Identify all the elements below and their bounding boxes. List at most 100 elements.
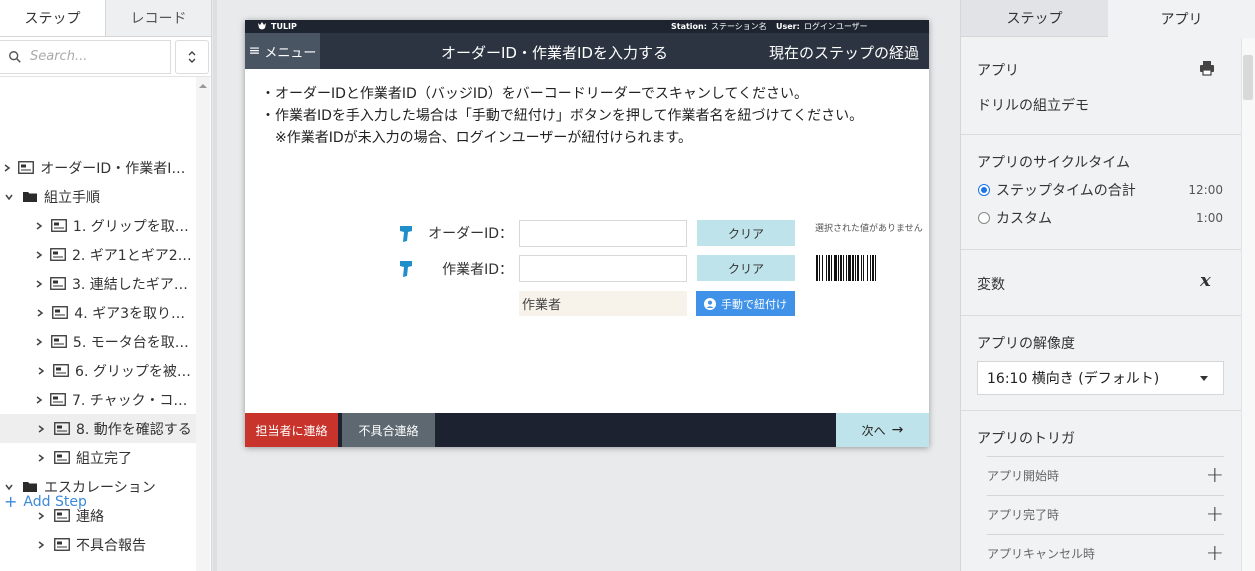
- tree-label: 5. モータ台を取り付ける: [72, 334, 196, 351]
- resolution-select[interactable]: 16:10 横向き (デフォルト): [977, 361, 1224, 395]
- hamburger-icon: ≡: [248, 43, 261, 59]
- tree-step[interactable]: 2. ギア1とギア2を連結する: [0, 240, 196, 269]
- tree-step[interactable]: 不具合報告: [0, 530, 196, 559]
- tab-records[interactable]: レコード: [106, 0, 211, 36]
- tulip-logo-icon: [258, 22, 266, 30]
- worker-id-input[interactable]: [519, 255, 687, 282]
- order-clear-button[interactable]: クリア: [697, 220, 795, 246]
- plus-icon[interactable]: +: [1206, 502, 1224, 527]
- trigger-label: アプリ完了時: [987, 508, 1060, 522]
- radio-custom[interactable]: カスタム: [978, 208, 1052, 228]
- tree-step[interactable]: 5. モータ台を取り付ける: [0, 327, 196, 356]
- station-label: Station:: [671, 22, 707, 31]
- canvas-footer: 担当者に連絡 不具合連絡 次へ →: [245, 413, 929, 447]
- plus-icon: +: [4, 492, 18, 511]
- chevron-right-icon[interactable]: [34, 366, 47, 376]
- tree-step[interactable]: 組立完了: [0, 443, 196, 472]
- trigger-app-cancel[interactable]: アプリキャンセル時 +: [987, 534, 1224, 571]
- chevron-right-icon[interactable]: [34, 453, 48, 463]
- tree-step[interactable]: 4. ギア3を取り付ける: [0, 298, 196, 327]
- menu-label: メニュー: [264, 45, 317, 61]
- chevron-down-icon[interactable]: [2, 192, 16, 202]
- canvas-scrollbar[interactable]: [946, 0, 960, 571]
- order-id-input[interactable]: [519, 220, 687, 247]
- chevron-down-icon[interactable]: [2, 482, 16, 492]
- sort-button[interactable]: [175, 39, 209, 74]
- radio-button-checked[interactable]: [978, 184, 990, 196]
- next-button[interactable]: 次へ →: [836, 413, 929, 447]
- tree-label: 3. 連結したギアを取り付ける: [72, 276, 196, 293]
- step-title: オーダーID・作業者IDを入力する: [441, 44, 668, 62]
- defect-contact-button[interactable]: 不具合連絡: [342, 413, 435, 447]
- chevron-right-icon[interactable]: [34, 511, 48, 521]
- instruction-line: ・作業者IDを手入力した場合は「手動で紐付け」ボタンを押して作業者名を紐づけてく…: [261, 108, 864, 124]
- right-scrollbar[interactable]: [1241, 38, 1255, 571]
- trigger-app-start[interactable]: アプリ開始時 +: [987, 456, 1224, 494]
- search-placeholder: Search...: [30, 49, 88, 64]
- step-elapsed: 現在のステップの経過: [768, 44, 919, 62]
- barcode-scanner-icon: [400, 261, 412, 277]
- folder-icon: [22, 190, 38, 203]
- triggers-title: アプリのトリガ: [977, 431, 1075, 447]
- tree-label: 組立完了: [76, 450, 132, 467]
- left-scrollbar[interactable]: [196, 77, 210, 571]
- chevron-right-icon[interactable]: [34, 540, 48, 550]
- step-icon: [51, 335, 67, 348]
- trigger-app-complete[interactable]: アプリ完了時 +: [987, 495, 1224, 533]
- instruction-line: ※作業者IDが未入力の場合、ログインユーザーが紐付けられます。: [261, 130, 692, 146]
- tree-step[interactable]: 3. 連結したギアを取り付ける: [0, 269, 196, 298]
- plus-icon[interactable]: +: [1206, 541, 1224, 566]
- panel-separator[interactable]: [213, 0, 217, 571]
- tree-label: 6. グリップを被せる: [75, 363, 196, 380]
- tree-label: 組立手順: [44, 189, 100, 206]
- tab-app[interactable]: アプリ: [1108, 0, 1255, 37]
- radio-label: ステップタイムの合計: [996, 183, 1136, 199]
- manual-link-button[interactable]: 手動で紐付け: [696, 291, 795, 316]
- tree-step[interactable]: 8. 動作を確認する: [0, 414, 196, 443]
- step-icon: [50, 393, 66, 406]
- radio-button[interactable]: [978, 212, 990, 224]
- variable-x-icon[interactable]: x: [1200, 270, 1211, 291]
- tab-step[interactable]: ステップ: [961, 0, 1108, 37]
- logo-text: TULIP: [271, 22, 297, 31]
- no-value-text: 選択された値がありません: [815, 224, 923, 234]
- plus-icon[interactable]: +: [1206, 463, 1224, 488]
- step-icon: [50, 248, 66, 261]
- print-icon[interactable]: [1199, 60, 1215, 76]
- contact-person-button[interactable]: 担当者に連絡: [245, 413, 338, 447]
- tree-label: 7. チャック・コレットを取り付ける: [72, 392, 196, 409]
- worker-clear-button[interactable]: クリア: [697, 255, 795, 281]
- sort-icon: [188, 50, 196, 63]
- chevron-right-icon[interactable]: [34, 221, 45, 231]
- chevron-right-icon[interactable]: [34, 250, 44, 260]
- menu-button[interactable]: ≡ メニュー: [245, 33, 320, 69]
- step-icon: [18, 161, 35, 174]
- resolution-title: アプリの解像度: [977, 336, 1075, 352]
- tab-steps[interactable]: ステップ: [0, 0, 106, 36]
- radio-label: カスタム: [996, 211, 1052, 227]
- station-value: ステーション名: [710, 22, 767, 31]
- chevron-right-icon[interactable]: [34, 424, 48, 434]
- worker-name-field: 作業者: [519, 291, 687, 316]
- tree-step[interactable]: 7. チャック・コレットを取り付ける: [0, 385, 196, 414]
- right-scrollbar-thumb[interactable]: [1243, 55, 1253, 100]
- trigger-label: アプリ開始時: [987, 469, 1060, 483]
- search-icon: [9, 50, 21, 63]
- add-step-button[interactable]: + Add Step: [4, 492, 87, 511]
- tree-folder[interactable]: 組立手順: [0, 182, 196, 211]
- step-icon: [54, 422, 70, 435]
- tree-step[interactable]: 6. グリップを被せる: [0, 356, 196, 385]
- chevron-right-icon[interactable]: [34, 308, 46, 318]
- add-step-label: Add Step: [23, 493, 87, 510]
- radio-step-total[interactable]: ステップタイムの合計: [978, 180, 1136, 200]
- chevron-right-icon[interactable]: [2, 163, 12, 173]
- chevron-right-icon[interactable]: [34, 279, 44, 289]
- tree-step[interactable]: オーダーID・作業者IDを入力する: [0, 153, 196, 182]
- chevron-right-icon[interactable]: [34, 337, 45, 347]
- tree-step[interactable]: 1. グリップを取り付ける: [0, 211, 196, 240]
- manual-link-label: 手動で紐付け: [721, 297, 787, 311]
- search-input[interactable]: Search...: [0, 39, 172, 74]
- chevron-right-icon[interactable]: [34, 395, 44, 405]
- app-canvas: TULIP Station: ステーション名 User: ログインユーザー ≡ メニ…: [245, 20, 929, 447]
- app-section: [961, 38, 1241, 135]
